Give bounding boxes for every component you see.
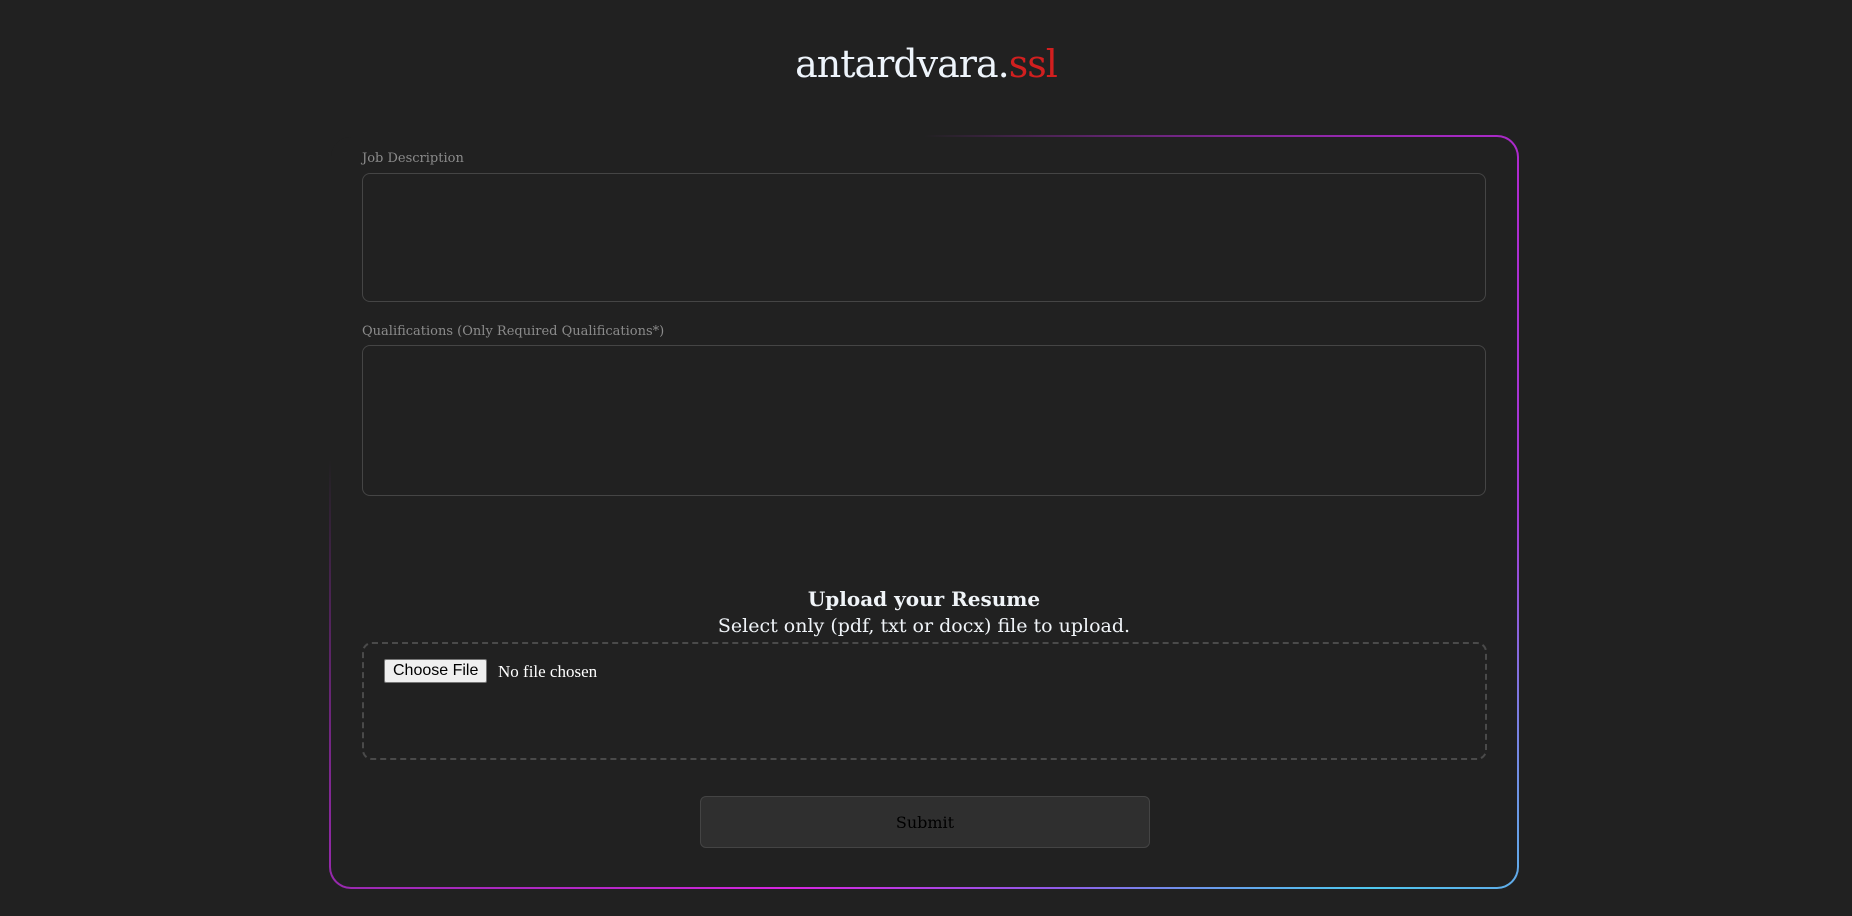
- job-description-input[interactable]: [362, 173, 1486, 302]
- submit-button[interactable]: Submit: [700, 796, 1150, 848]
- resume-dropzone[interactable]: Choose File No file chosen: [362, 642, 1487, 760]
- upload-subtitle: Select only (pdf, txt or docx) file to u…: [717, 615, 1131, 637]
- qualifications-input[interactable]: [362, 345, 1486, 496]
- qualifications-label: Qualifications (Only Required Qualificat…: [362, 324, 665, 339]
- logo: antardvara.ssl: [0, 42, 1852, 86]
- job-description-label: Job Description: [362, 151, 464, 166]
- logo-main: antardvara.: [795, 42, 1010, 86]
- form-card-border: Job Description Qualifications (Only Req…: [329, 135, 1519, 889]
- upload-title: Upload your Resume: [807, 587, 1041, 611]
- logo-accent: ssl: [1008, 42, 1058, 86]
- choose-file-button[interactable]: Choose File: [384, 659, 488, 683]
- file-status: No file chosen: [498, 662, 598, 681]
- form-card: Job Description Qualifications (Only Req…: [331, 137, 1517, 887]
